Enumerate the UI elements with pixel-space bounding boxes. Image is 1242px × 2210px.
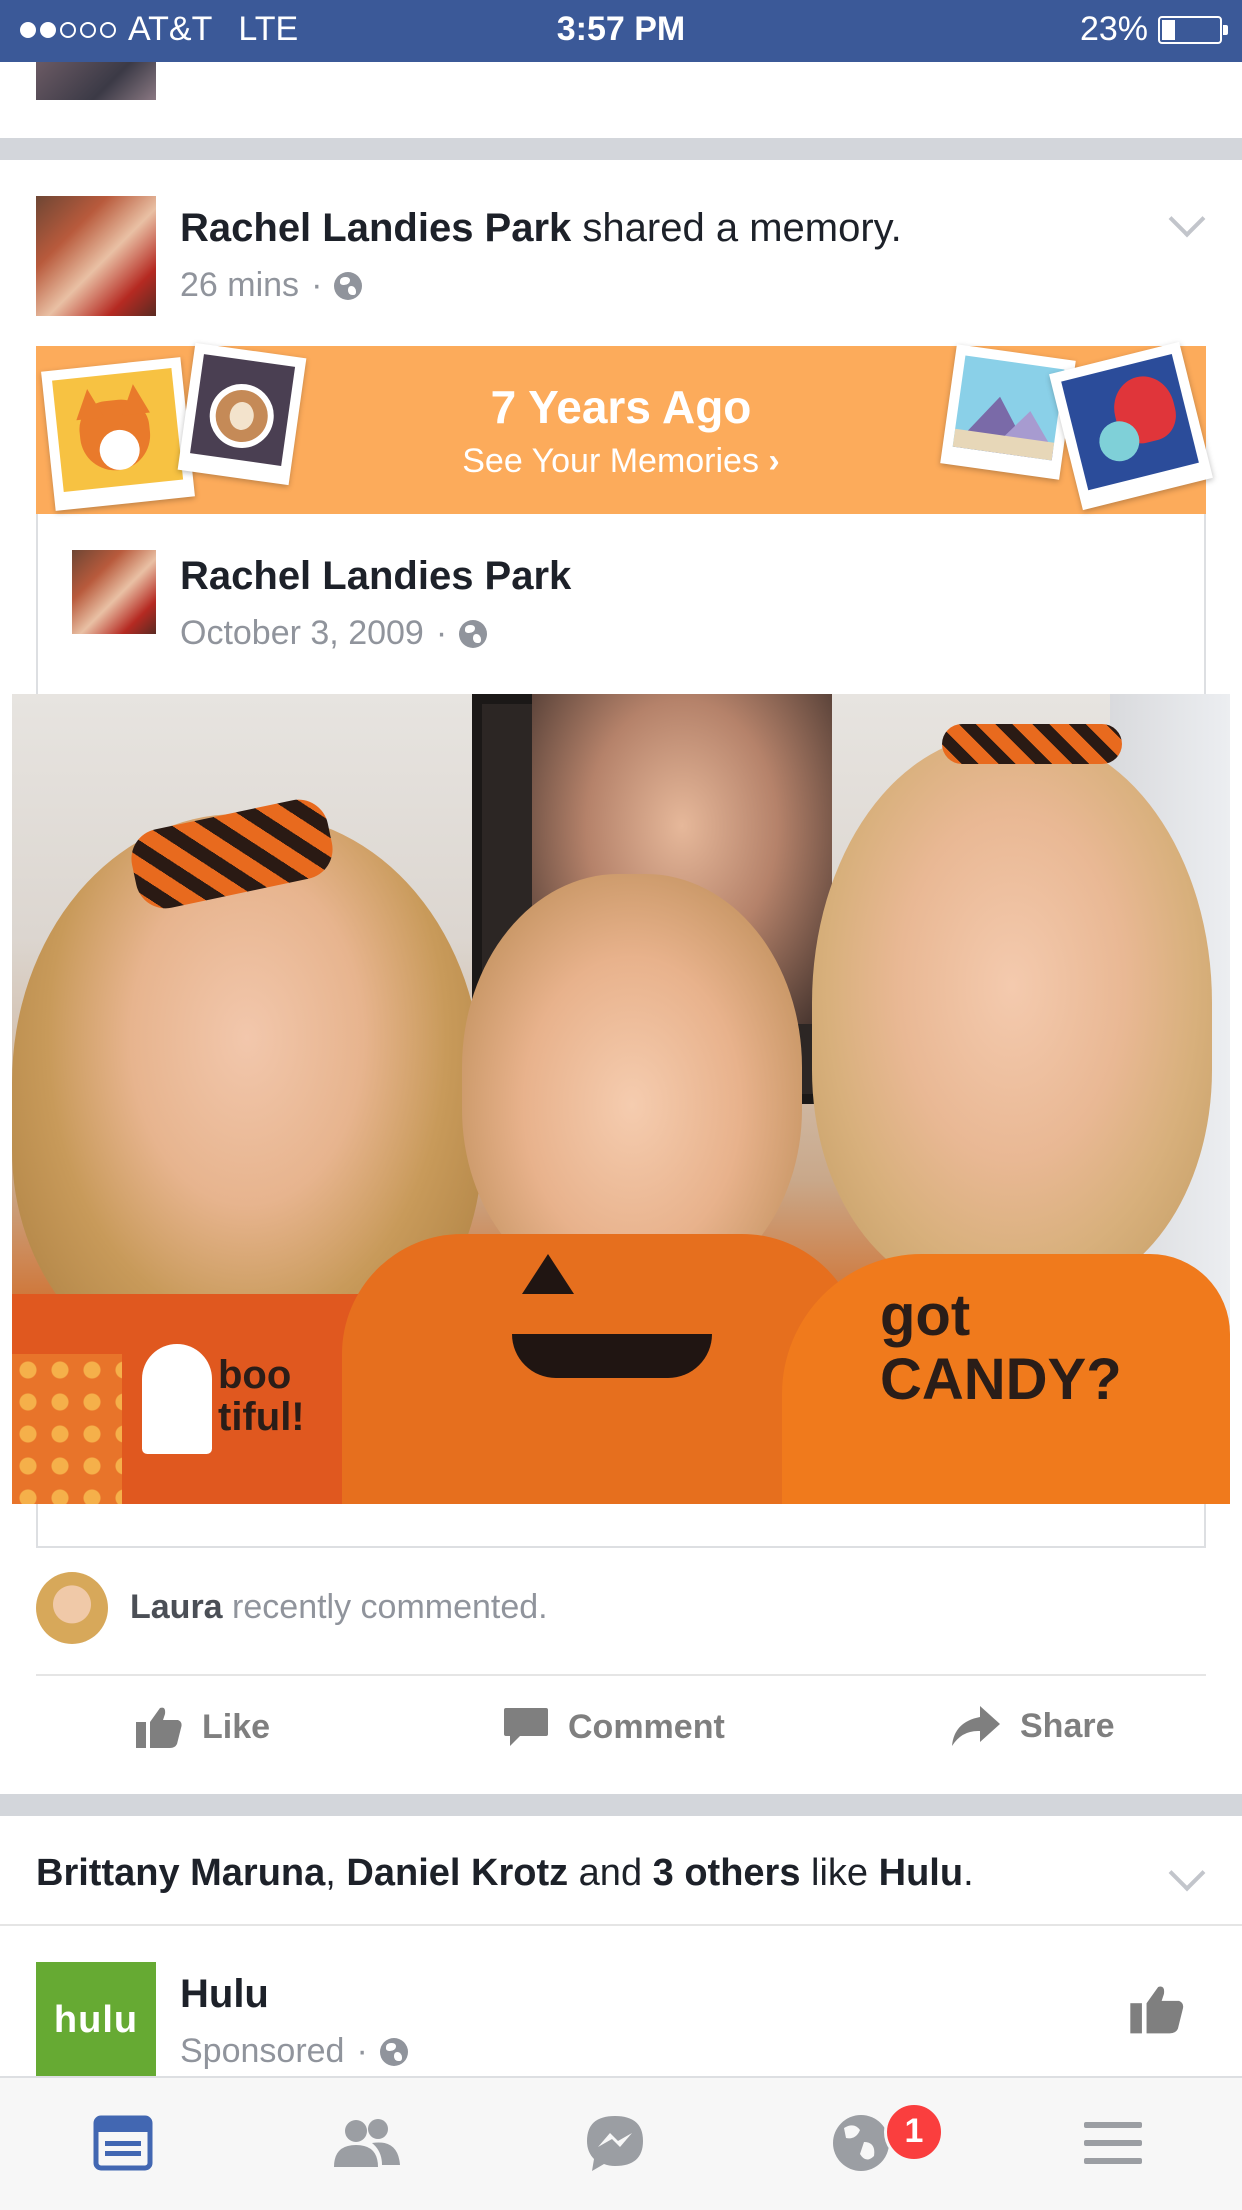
shirt-text-right: got CANDY? [880,1283,1122,1412]
post-action-text: shared a memory. [582,206,902,250]
and-text: and [578,1852,643,1894]
share-arrow-icon [952,1706,1000,1746]
messenger-tab[interactable] [580,2108,650,2178]
mountains-photo-icon [940,344,1076,480]
original-post-date[interactable]: October 3, 2009 [180,614,424,653]
bottom-tab-bar [0,2076,1242,2210]
post-options-chevron-icon[interactable] [1168,200,1206,238]
author-name-link[interactable]: Rachel Landies Park [180,206,571,250]
like-button[interactable]: Like [134,1704,270,1750]
share-label: Share [1020,1706,1115,1745]
previous-post-thumbnail[interactable] [36,62,156,100]
comment-bubble-icon [504,1708,548,1746]
author-avatar[interactable] [36,196,156,316]
recent-comment-text: recently commented. [232,1588,548,1626]
meta-separator: · [311,266,323,304]
memories-banner-subtitle: See Your Memories [462,442,759,480]
friend-name-1[interactable]: Brittany Maruna [36,1852,325,1894]
meta-separator: · [435,614,448,652]
page-like-story: Brittany Maruna, Daniel Krotz and 3 othe… [36,1852,974,1895]
meta-separator: · [356,2032,368,2070]
news-feed-icon [93,2115,153,2171]
thumbs-up-icon [1130,1986,1184,2034]
globe-icon [459,619,488,648]
sponsored-meta: Sponsored · [180,2032,408,2071]
story-options-chevron-icon[interactable] [1168,1854,1206,1892]
menu-icon [1084,2122,1142,2164]
divider [0,1924,1242,1926]
post-header: Rachel Landies Park shared a memory. [180,206,902,251]
friends-icon [334,2119,400,2167]
hulu-logo[interactable]: hulu [36,1962,156,2082]
friends-tab[interactable] [332,2108,402,2178]
bird-photo-icon [1049,341,1213,511]
battery-status: 23% [1079,10,1228,49]
shirt-text-left: boo tiful! [218,1353,305,1439]
comment-label: Comment [568,1707,725,1746]
globe-icon [334,271,363,300]
sponsor-page-name[interactable]: Hulu [180,1972,269,2017]
news-feed-tab[interactable] [88,2108,158,2178]
menu-tab[interactable] [1078,2108,1148,2178]
battery-percent: 23% [1079,10,1148,48]
recent-comment-line[interactable]: Laura recently commented. [130,1588,548,1627]
notifications-globe-icon [833,2115,889,2171]
others-link[interactable]: 3 others [653,1852,801,1894]
like-label: Like [202,1707,271,1746]
original-author-name[interactable]: Rachel Landies Park [180,554,571,599]
thumbs-up-icon [136,1707,182,1748]
globe-icon [379,2037,408,2066]
commenter-name[interactable]: Laura [130,1588,223,1626]
divider [36,1674,1206,1676]
post-meta: 26 mins · [180,266,363,305]
status-time: 3:57 PM [556,10,686,48]
memories-banner[interactable]: 7 Years Ago See Your Memories › [36,341,1213,514]
original-post-meta: October 3, 2009 · [180,614,488,653]
comment-button[interactable]: Comment [502,1704,725,1750]
comma: , [325,1852,336,1894]
sponsored-label: Sponsored [180,2032,345,2070]
original-author-avatar[interactable] [72,550,156,634]
page-name-link[interactable]: Hulu [879,1852,963,1894]
page-like-button[interactable] [1128,1980,1186,2043]
notification-badge: 1 [884,2102,944,2162]
battery-icon [1158,15,1228,44]
feed-separator [0,1794,1242,1816]
like-text: like [811,1852,869,1894]
period: . [963,1852,974,1894]
feed-separator [0,138,1242,160]
messenger-icon [587,2116,643,2171]
commenter-avatar[interactable] [36,1572,108,1644]
friend-name-2[interactable]: Daniel Krotz [346,1852,568,1894]
share-button[interactable]: Share [950,1704,1115,1748]
memory-photo[interactable]: boo tiful! got CANDY? [12,694,1230,1504]
chevron-right-icon: › [768,442,780,480]
post-timestamp[interactable]: 26 mins [180,266,299,305]
status-bar: AT&T LTE 3:57 PM 23% [0,0,1242,62]
